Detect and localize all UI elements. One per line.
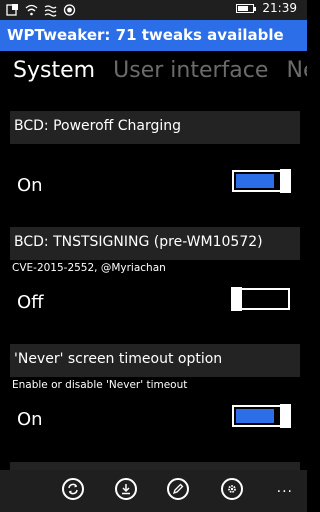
toggle-state-label: On [17, 409, 43, 430]
settings-icon [228, 485, 236, 493]
setting-description: Enable or disable 'Never' timeout [12, 379, 188, 391]
tab-network[interactable]: Netwo [287, 58, 308, 83]
edit-icon [172, 483, 184, 495]
toggle-track [236, 409, 274, 423]
toggle-knob[interactable] [280, 169, 291, 193]
edit-button[interactable] [167, 478, 189, 500]
signal-icon [44, 2, 57, 17]
toggle-knob[interactable] [231, 287, 242, 311]
refresh-icon [68, 483, 78, 495]
refresh-button[interactable] [62, 478, 84, 500]
tab-user-interface[interactable]: User interface [113, 58, 268, 83]
wifi-icon [25, 2, 38, 16]
app-title-bar: WPTweaker: 71 tweaks available [0, 20, 307, 51]
download-icon [122, 484, 130, 495]
app-bar: ... [0, 470, 307, 512]
setting-title: BCD: Poweroff Charging [14, 118, 182, 134]
more-options-button[interactable]: ... [277, 480, 293, 496]
setting-description: CVE-2015-2552, @Myriachan [12, 262, 166, 274]
status-icons [6, 2, 76, 17]
setting-title: 'Never' screen timeout option [14, 351, 223, 367]
download-button[interactable] [115, 478, 137, 500]
next-setting-header-partial [10, 462, 300, 470]
setting-header: 'Never' screen timeout option [10, 344, 300, 377]
toggle-state-label: Off [17, 292, 44, 313]
poweroff-charging-toggle[interactable] [232, 169, 291, 193]
never-timeout-toggle[interactable] [232, 404, 291, 428]
app-title: WPTweaker: 71 tweaks available [7, 26, 284, 44]
toggle-track [236, 174, 274, 188]
pivot-header: System User interface Netwo [0, 58, 307, 96]
notification-icon [6, 2, 19, 16]
record-icon [63, 2, 76, 16]
battery-icon [236, 3, 257, 13]
setting-header: BCD: TNSTSIGNING (pre-WM10572) [10, 227, 300, 260]
toggle-knob[interactable] [280, 404, 291, 428]
status-right: 21:39 [236, 1, 297, 15]
setting-title: BCD: TNSTSIGNING (pre-WM10572) [14, 234, 263, 250]
tab-system[interactable]: System [13, 58, 95, 83]
tnstsigning-toggle[interactable] [231, 287, 290, 311]
toggle-state-label: On [17, 175, 43, 196]
clock: 21:39 [262, 1, 297, 15]
setting-header: BCD: Poweroff Charging [10, 111, 300, 144]
settings-button[interactable] [221, 478, 243, 500]
status-bar: 21:39 [0, 0, 307, 20]
